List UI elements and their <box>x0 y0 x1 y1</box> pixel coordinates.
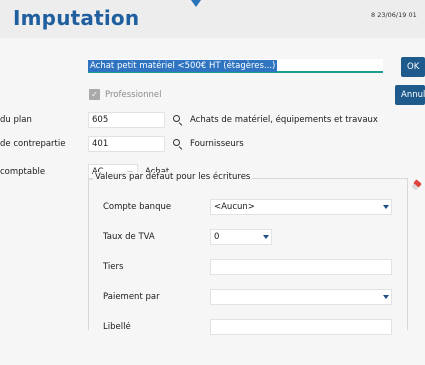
taux-tva-label: Taux de TVA <box>103 232 155 242</box>
defaults-group-title: Valeurs par défaut pour les écritures <box>93 172 253 182</box>
compte-contrepartie-label: de contrepartie <box>0 139 66 149</box>
libelle-label: Libellé <box>103 322 131 332</box>
description-input[interactable]: Achat petit matériel <500€ HT (étagères.… <box>88 59 383 73</box>
defaults-group: Valeurs par défaut pour les écritures Co… <box>88 172 408 335</box>
top-arrow-icon <box>191 0 201 7</box>
compte-plan-input[interactable]: 605 <box>88 112 165 128</box>
compte-plan-description: Achats de matériel, équipements et trava… <box>190 115 378 125</box>
chevron-down-icon[interactable] <box>383 295 389 299</box>
ok-button[interactable]: OK <box>401 57 425 77</box>
libelle-input[interactable] <box>210 319 392 335</box>
compte-contrepartie-input[interactable]: 401 <box>88 136 165 152</box>
description-value: Achat petit matériel <500€ HT (étagères.… <box>88 60 278 72</box>
search-icon[interactable] <box>172 114 184 126</box>
compte-banque-label: Compte banque <box>103 202 172 212</box>
eraser-icon[interactable] <box>411 179 422 191</box>
tiers-label: Tiers <box>103 262 124 272</box>
paiement-select[interactable] <box>210 289 392 305</box>
compte-banque-select[interactable]: <Aucun> <box>210 199 392 215</box>
journal-label: comptable <box>0 167 46 177</box>
page-title: Imputation <box>13 6 140 30</box>
header: Imputation 8 23/06/19 01 <box>0 0 425 38</box>
paiement-label: Paiement par <box>103 292 160 302</box>
chevron-down-icon[interactable] <box>383 205 389 209</box>
professionnel-label: Professionnel <box>105 90 162 100</box>
professionnel-checkbox[interactable]: ✓ <box>89 89 100 100</box>
header-meta: 8 23/06/19 01 <box>371 11 417 19</box>
cancel-button[interactable]: Annuler <box>395 85 425 105</box>
form-panel: Achat petit matériel <500€ HT (étagères.… <box>0 38 425 365</box>
tiers-input[interactable] <box>210 259 392 275</box>
compte-plan-label: du plan <box>0 115 32 125</box>
compte-contrepartie-description: Fournisseurs <box>190 139 244 149</box>
chevron-down-icon[interactable] <box>263 235 269 239</box>
search-icon[interactable] <box>172 138 184 150</box>
